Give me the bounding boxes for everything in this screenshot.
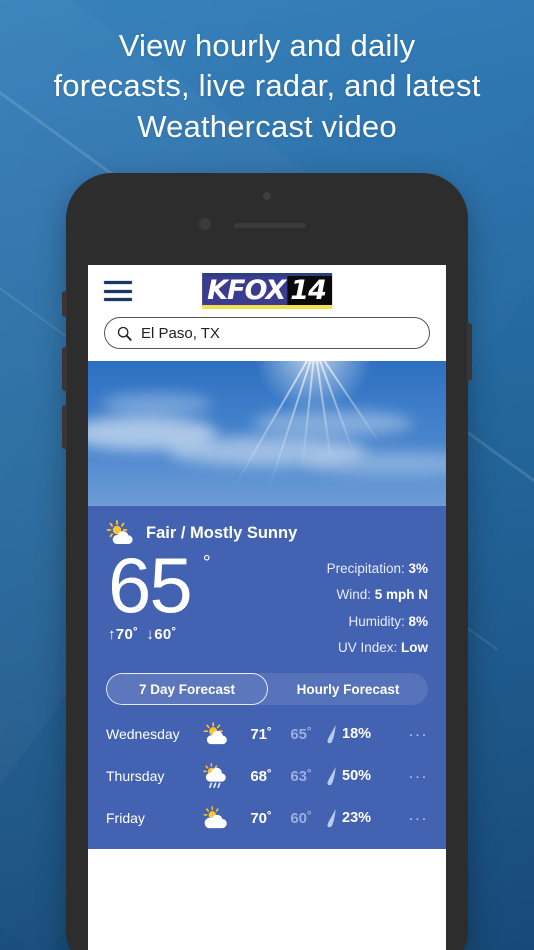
raindrop-icon [327,767,336,786]
forecast-high: 68˚ [250,767,272,785]
stat-humidity: Humidity: 8% [327,609,428,635]
logo-text-14: 14 [287,275,332,306]
promo-headline: View hourly and daily forecasts, live ra… [0,26,534,147]
rain-cloud-sun-icon [194,763,238,789]
table-row[interactable]: Wednesday 71˚ 65˚ 18% ··· [106,713,428,755]
headline-line-1: View hourly and daily [118,28,416,63]
current-temperature-block: 65 ° ↑70˚ ↓60˚ [106,541,211,644]
forecast-low: 63˚ [290,767,312,785]
stat-wind-label: Wind: [336,587,371,603]
degree-symbol: ° [202,552,211,574]
hamburger-menu-icon[interactable] [104,281,132,301]
current-conditions-panel: Fair / Mostly Sunny 65 ° ↑70˚ ↓60˚ Precip… [88,506,446,850]
forecast-precip: 18% [326,724,409,744]
current-condition-text: Fair / Mostly Sunny [146,523,298,542]
forecast-high: 70˚ [250,809,272,827]
phone-volume-up-button [62,347,67,391]
tab-7-day-forecast-label: 7 Day Forecast [138,681,236,697]
kfox14-logo: KFOX 14 [202,273,332,309]
forecast-more-button[interactable]: ··· [409,810,429,827]
tab-hourly-forecast[interactable]: Hourly Forecast [268,673,428,705]
forecast-low: 65˚ [290,725,312,743]
phone-camera-dot [263,192,271,200]
stat-wind: Wind: 5 mph N [327,582,428,608]
stat-uv-index-label: UV Index: [337,639,398,655]
forecast-more-button[interactable]: ··· [409,768,429,785]
forecast-precip-value: 50% [342,768,372,785]
phone-earpiece-speaker [234,223,306,228]
phone-mute-switch [62,291,67,317]
stat-humidity-label: Humidity: [348,613,405,629]
forecast-day: Wednesday [106,726,180,743]
forecast-low: 60˚ [290,809,312,827]
stat-precipitation-value: 3% [408,561,428,576]
headline-line-2: forecasts, live radar, and latest [53,68,481,104]
raindrop-icon [327,809,336,828]
phone-mockup: KFOX 14 El Paso, TX Fair / Mostly Sunny … [62,173,472,950]
stat-precipitation-label: Precipitation: [326,561,405,576]
stat-uv-index-value: Low [401,639,428,655]
search-input[interactable]: El Paso, TX [104,317,430,349]
forecast-more-button[interactable]: ··· [409,726,429,743]
forecast-tabs: 7 Day Forecast Hourly Forecast [106,673,428,706]
phone-volume-down-button [62,405,67,449]
phone-power-button [467,323,472,381]
app-screen: KFOX 14 El Paso, TX Fair / Mostly Sunny … [88,265,446,950]
tab-7-day-forecast[interactable]: 7 Day Forecast [106,673,268,706]
forecast-high: 71˚ [250,725,272,743]
low-temperature: ↓60˚ [146,626,177,644]
forecast-precip: 23% [326,808,409,828]
current-stats-list: Precipitation: 3% Wind: 5 mph N Humidity… [327,548,428,661]
forecast-precip-value: 18% [342,726,372,743]
forecast-day: Thursday [106,768,165,785]
search-container: El Paso, TX [88,317,446,361]
headline-line-3: Weathercast video [137,108,397,144]
sky-hero-image [88,361,446,506]
app-header: KFOX 14 [88,265,446,317]
sun-behind-cloud-icon [194,806,238,830]
promo-screenshot: View hourly and daily forecasts, live ra… [0,0,534,950]
forecast-precip: 50% [326,766,409,786]
table-row[interactable]: Friday 70˚ 60˚ 23% ··· [106,797,428,839]
current-temperature: 65 [108,541,193,629]
stat-wind-value: 5 mph N [374,587,428,603]
stat-precipitation: Precipitation: 3% [327,556,428,582]
forecast-list: Wednesday 71˚ 65˚ 18% ··· Thursday 68˚ 6… [106,705,428,839]
forecast-precip-value: 23% [342,810,372,827]
tab-hourly-forecast-label: Hourly Forecast [296,681,400,697]
stat-humidity-value: 8% [408,613,428,629]
raindrop-icon [327,725,336,744]
phone-sensor-dot [199,218,211,230]
forecast-day: Friday [106,810,145,827]
sun-behind-cloud-icon [194,722,238,746]
logo-text-kfox: KFOX [202,275,288,306]
search-input-value: El Paso, TX [141,324,220,342]
high-temperature: ↑70˚ [108,626,139,644]
stat-uv-index: UV Index: Low [327,635,428,661]
table-row[interactable]: Thursday 68˚ 63˚ 50% ··· [106,755,428,797]
search-icon [117,326,132,341]
